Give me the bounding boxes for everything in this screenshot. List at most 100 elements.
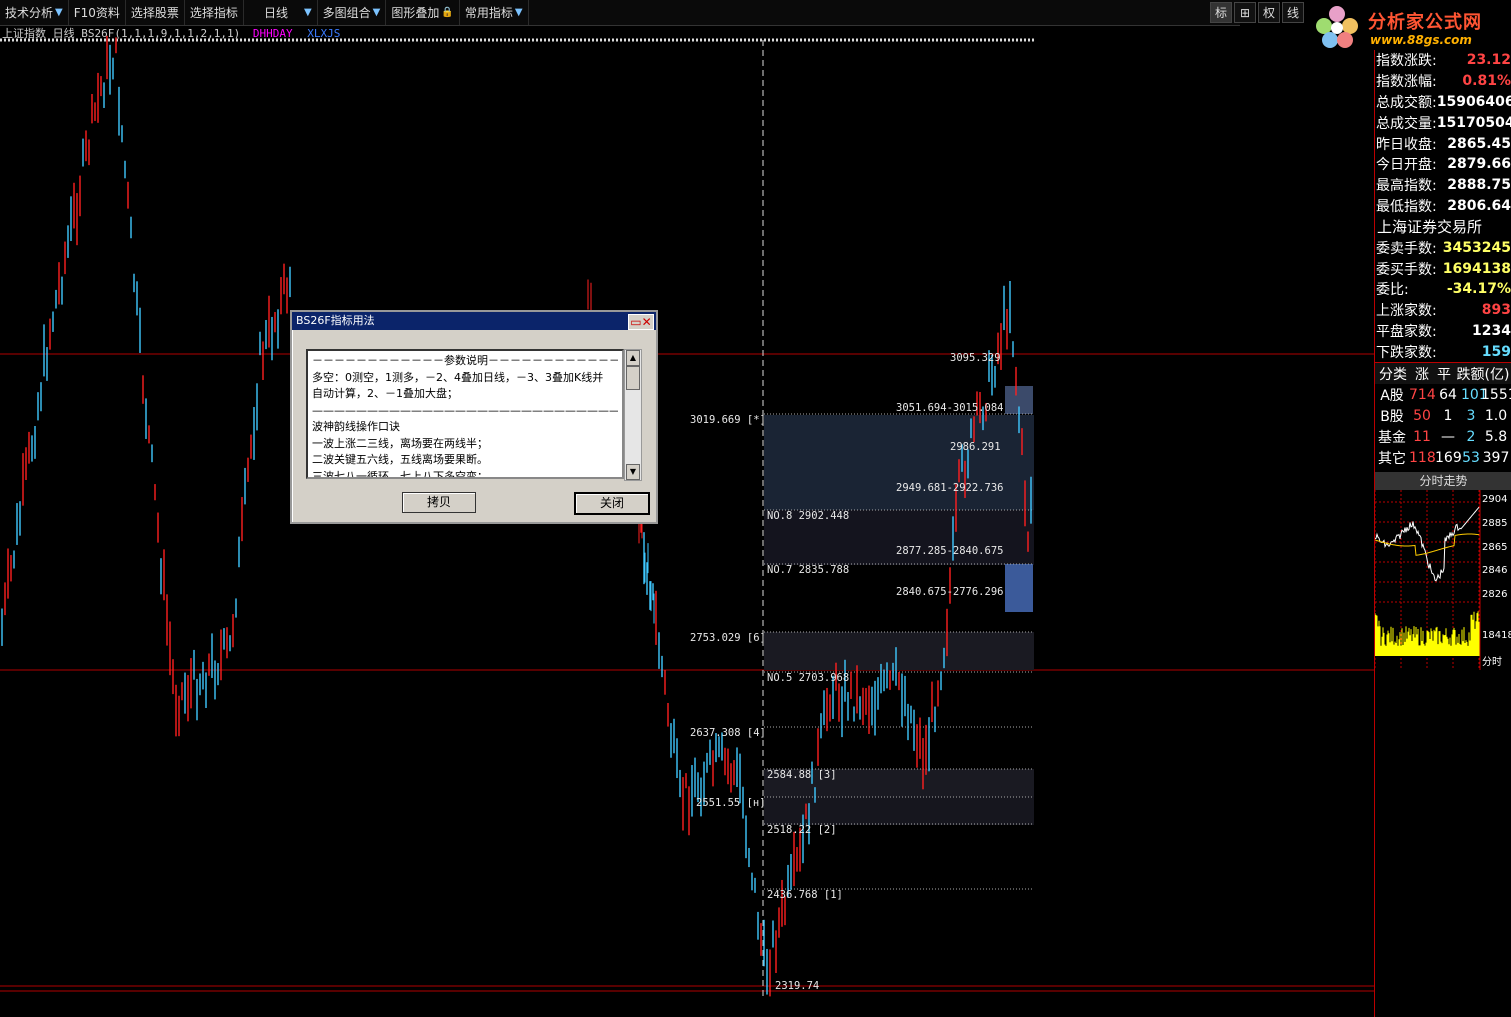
table-cell: 1 [1443, 407, 1453, 424]
dialog-text-area[interactable]: －－－－－－－－－－－－参数说明－－－－－－－－－－－－ 多空：0测空，1测多，－… [306, 349, 624, 479]
level-label: 2986.291 [950, 441, 1001, 453]
dialog-line: 二波关键五六线，五线离场要果断。 [312, 453, 488, 466]
stat-value: 1694138 [1442, 260, 1511, 277]
table-cell: 64 [1439, 386, 1457, 403]
dialog-line: 一波上涨二三线，离场要在两线半； [312, 436, 488, 450]
stat-value: 23.12 [1466, 52, 1511, 69]
exchange-name: 上海证券交易所 [1377, 218, 1483, 237]
level-label: 2753.029 [6] [690, 632, 766, 644]
table-cell: 2 [1466, 428, 1476, 445]
quote-panel: 指数涨跌: 23.12 指数涨幅: 0.81% 总成交额: 15906406 总成交量: 15… [1374, 50, 1511, 1017]
dialog-title: BS26F指标用法 [296, 314, 375, 327]
table-cell: A股 [1380, 387, 1404, 404]
stat-value: 2806.64 [1447, 197, 1511, 214]
stat-row: 委比: -34.17% [1375, 279, 1511, 300]
table-cell: 101 [1461, 386, 1488, 403]
level-label: 3095.329 [950, 352, 1001, 364]
mini-axis-label: 2885 [1482, 518, 1507, 529]
col-header: 分类 [1379, 366, 1407, 383]
scroll-up-icon[interactable]: ▲ [626, 350, 640, 366]
stat-row: 总成交量:151705040 [1375, 112, 1511, 133]
band-zone [764, 415, 1034, 510]
table-cell: 169 [1435, 449, 1462, 466]
scroll-thumb[interactable] [626, 366, 640, 390]
stat-label: 平盘家数: [1376, 323, 1437, 340]
intraday-chart[interactable]: 2904 2885 2865 2846 2826 18418 分时 [1374, 490, 1511, 681]
level-label: 2584.88 [3] [767, 769, 837, 781]
level-label: 2436.768 [1] [767, 889, 843, 901]
stat-label: 总成交额: [1376, 94, 1437, 111]
dialog-line: 三波七八一循环，七上八下多空变； [312, 469, 488, 479]
stat-row: 指数涨幅: 0.81% [1375, 71, 1511, 92]
table-cell: 5.8 [1484, 428, 1508, 445]
stat-value: 2879.66 [1447, 156, 1511, 173]
level-label: NO.8 2902.448 [767, 510, 850, 522]
stat-label: 今日开盘: [1376, 157, 1437, 174]
table-cell: 714 [1409, 386, 1436, 403]
stat-value: 893 [1481, 302, 1511, 319]
table-cell: 其它 [1378, 450, 1406, 467]
stat-label: 上涨家数: [1376, 303, 1437, 320]
low-label: 2319.74 [775, 980, 820, 992]
stat-label: 下跌家数: [1376, 344, 1437, 361]
stat-label: 最高指数: [1376, 178, 1437, 195]
stat-label: 昨日收盘: [1376, 136, 1437, 153]
level-label: 2949.681-2922.736 [896, 482, 1004, 494]
stat-value: 2888.75 [1447, 177, 1511, 194]
level-label: 2840.675-2776.296 [896, 586, 1004, 598]
stat-value: 15906406 [1436, 93, 1511, 110]
level-label: 2551.55 [н] [696, 797, 766, 809]
table-cell: 118 [1409, 449, 1436, 466]
table-row: B股 50 1 3 1.0 [1375, 405, 1511, 426]
close-icon[interactable]: ▭✕ [628, 314, 654, 330]
close-button[interactable]: 关闭 [574, 492, 650, 515]
stat-value: 1234 [1472, 322, 1511, 339]
table-cell: 基金 [1378, 429, 1406, 446]
stat-value: 0.81% [1462, 73, 1511, 90]
table-cell: 11 [1413, 428, 1431, 445]
level-label: 2877.285-2840.675 [896, 545, 1004, 557]
band-zone [1005, 564, 1033, 612]
col-header: 涨 [1415, 366, 1429, 383]
table-row: A股 714641011551 [1375, 384, 1511, 405]
scroll-down-icon[interactable]: ▼ [626, 464, 640, 480]
table-cell: 50 [1413, 407, 1431, 424]
stat-label: 指数涨跌: [1376, 53, 1437, 70]
stat-value: -34.17% [1446, 281, 1511, 298]
dialog-line: 自动计算，2、－1叠加大盘； [312, 387, 458, 400]
stat-label: 委卖手数: [1376, 240, 1437, 257]
intraday-title[interactable]: 分时走势 [1375, 472, 1511, 491]
table-cell: 1551 [1481, 386, 1511, 403]
table-cell: 1.0 [1484, 407, 1508, 424]
dialog-title-bar: BS26F指标用法 ▭✕ [292, 312, 656, 330]
stat-label: 总成交量: [1376, 115, 1437, 132]
mini-axis-label: 2826 [1482, 589, 1507, 600]
copy-button[interactable]: 拷贝 [402, 492, 476, 513]
stat-row: 上涨家数: 893 [1375, 300, 1511, 321]
logo-url: www.88gs.com [1370, 33, 1472, 47]
stat-value: 159 [1481, 343, 1511, 360]
mini-axis-label: 2846 [1482, 565, 1507, 576]
band-zone [764, 632, 1034, 670]
band-zone [764, 797, 1034, 825]
stat-row: 委买手数: 1694138 [1375, 258, 1511, 279]
dialog-scrollbar[interactable]: ▲ ▼ [624, 349, 642, 481]
table-cell: 3 [1466, 407, 1476, 424]
avg-line [1374, 533, 1480, 557]
dialog-line: 多空：0测空，1测多，－2、4叠加日线，－3、3叠加K线并 [312, 370, 604, 384]
table-cell: — [1441, 428, 1455, 445]
stat-value: 151705040 [1436, 114, 1511, 131]
stat-row: 平盘家数: 1234 [1375, 321, 1511, 342]
level-label: 3051.694-3015.084 [896, 402, 1004, 414]
stat-label: 委比: [1376, 282, 1409, 299]
level-label: NO.5 2703.968 [767, 672, 850, 684]
kline-chart[interactable] [0, 0, 1374, 1017]
table-cell: 53 [1462, 449, 1480, 466]
table-row: 基金 11 — 2 5.8 [1375, 426, 1511, 447]
stat-value: 2865.45 [1447, 135, 1511, 152]
table-row: 其它 118 169 53 397 [1375, 447, 1511, 468]
mini-axis-label: 2904 [1482, 494, 1507, 505]
stat-row: 总成交额: 15906406 [1375, 92, 1511, 113]
level-label: 2637.308 [4] [690, 727, 766, 739]
stat-label: 委买手数: [1376, 261, 1437, 278]
